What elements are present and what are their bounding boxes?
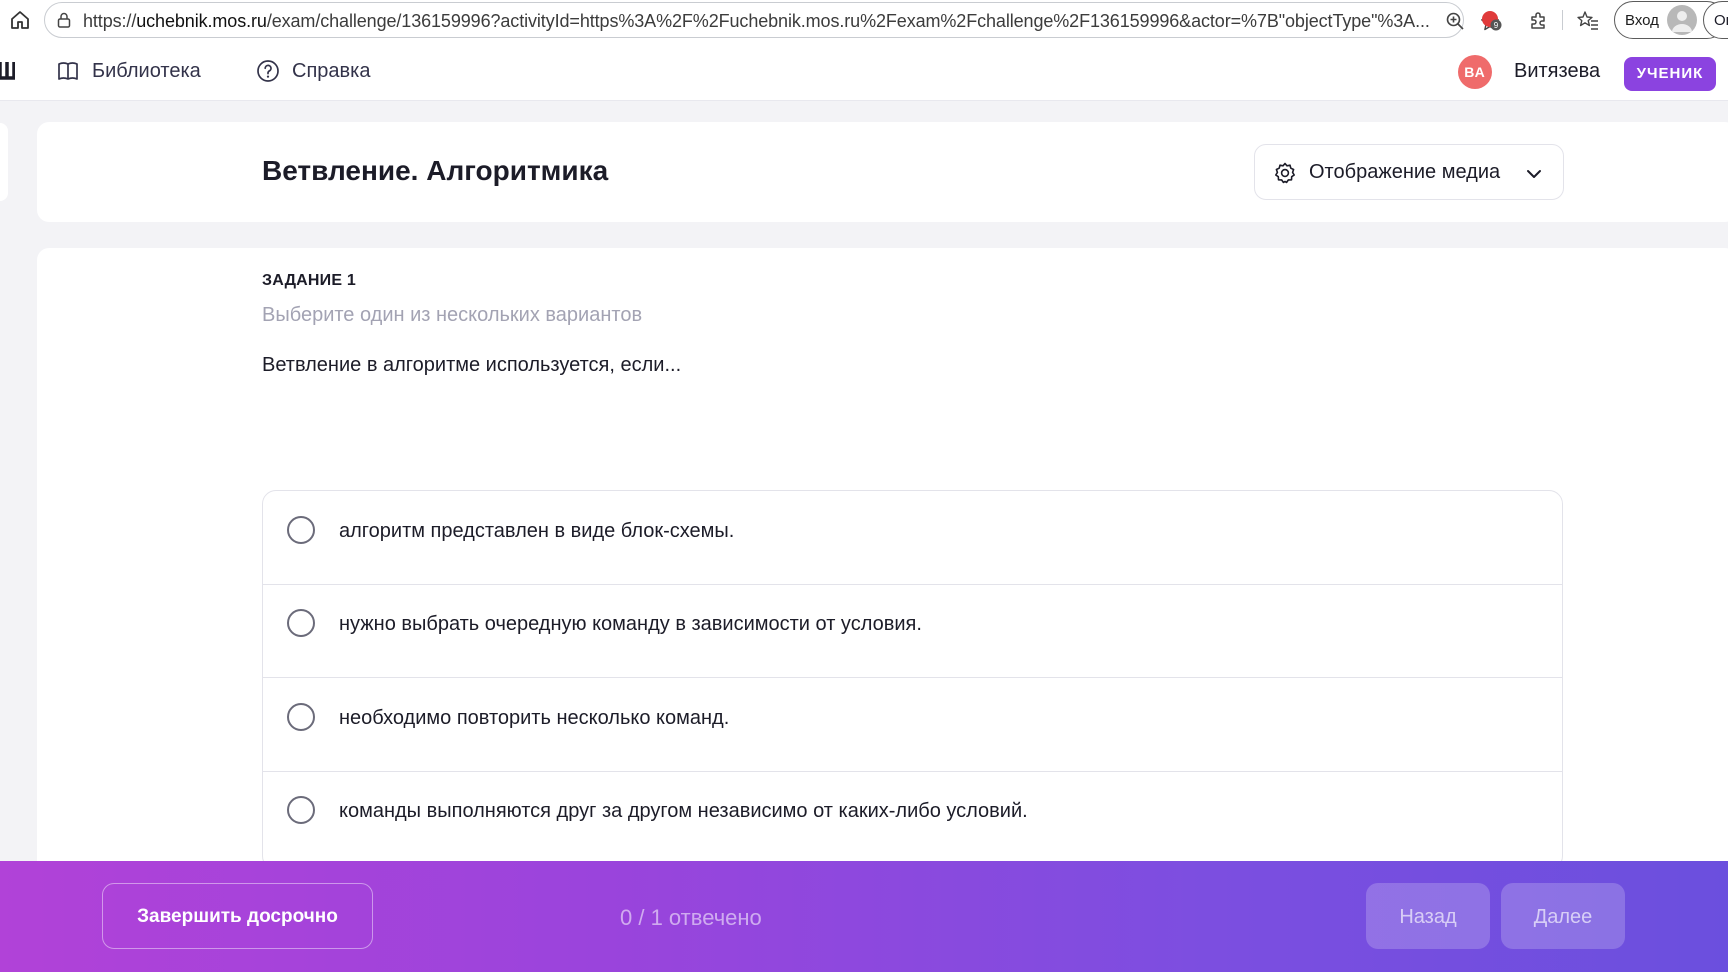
nav-library[interactable]: Библиотека [56, 55, 201, 87]
browser-overflow-label: Ог [1714, 12, 1728, 29]
task-question: Ветвление в алгоритме используется, если… [262, 354, 682, 376]
answer-option-text: необходимо повторить несколько команд. [339, 707, 730, 729]
zoom-icon[interactable] [1445, 11, 1465, 31]
answer-option-text: алгоритм представлен в виде блок-схемы. [339, 520, 735, 542]
radio-button[interactable] [287, 609, 315, 637]
answer-option[interactable]: необходимо повторить несколько команд. [263, 678, 1562, 772]
nav-help-label: Справка [292, 59, 371, 82]
task-card: ЗАДАНИЕ 1 Выберите один из нескольких ва… [37, 248, 1728, 948]
user-avatar[interactable]: ВА [1458, 55, 1492, 89]
answer-options: алгоритм представлен в виде блок-схемы. … [262, 490, 1563, 870]
answer-option[interactable]: алгоритм представлен в виде блок-схемы. [263, 491, 1562, 585]
profile-avatar-icon [1667, 5, 1697, 35]
task-instruction: Выберите один из нескольких вариантов [262, 304, 643, 326]
lock-icon[interactable] [55, 11, 73, 29]
site-header: Библиотека Справка ВА Витязева УЧЕНИК [0, 41, 1728, 101]
favorites-icon[interactable] [1576, 9, 1600, 31]
user-name[interactable]: Витязева [1514, 60, 1600, 83]
bottom-action-bar: Завершить досрочно 0 / 1 отвечено Назад … [0, 861, 1728, 972]
media-display-label: Отображение медиа [1309, 161, 1501, 183]
home-icon[interactable] [8, 8, 32, 32]
radio-button[interactable] [287, 516, 315, 544]
browser-toolbar: https://uchebnik.mos.ru/exam/challenge/1… [0, 0, 1728, 41]
back-button[interactable]: Назад [1366, 883, 1490, 949]
nav-help[interactable]: Справка [256, 55, 370, 87]
help-circle-icon [257, 60, 279, 82]
address-bar[interactable]: https://uchebnik.mos.ru/exam/challenge/1… [44, 2, 1499, 38]
answered-progress: 0 / 1 отвечено [620, 905, 762, 930]
task-number: ЗАДАНИЕ 1 [262, 272, 356, 289]
book-icon [58, 62, 78, 80]
toolbar-divider [1562, 10, 1563, 30]
answer-option-text: команды выполняются друг за другом незав… [339, 800, 1028, 822]
side-panel-edge [0, 123, 8, 201]
radio-button[interactable] [287, 796, 315, 824]
nav-library-label: Библиотека [92, 59, 201, 82]
login-label: Вход [1625, 12, 1659, 29]
url-text[interactable]: https://uchebnik.mos.ru/exam/challenge/1… [83, 11, 1433, 32]
role-badge: УЧЕНИК [1624, 57, 1716, 91]
answer-option[interactable]: команды выполняются друг за другом незав… [263, 771, 1562, 864]
logo-icon[interactable] [0, 60, 15, 80]
answer-option[interactable]: нужно выбрать очередную команду в зависи… [263, 584, 1562, 678]
puzzle-icon[interactable] [1528, 9, 1550, 31]
next-button[interactable]: Далее [1501, 883, 1625, 949]
chevron-down-icon [1527, 170, 1541, 178]
finish-early-button[interactable]: Завершить досрочно [102, 883, 373, 949]
gear-icon [1275, 162, 1295, 184]
page-title: Ветвление. Алгоритмика [262, 155, 609, 186]
extension-icon[interactable]: 9 [1480, 9, 1502, 31]
media-display-dropdown[interactable]: Отображение медиа [1254, 144, 1564, 200]
extension-badge-count: 9 [1494, 21, 1499, 30]
title-card: Ветвление. Алгоритмика Отображение медиа [37, 122, 1728, 222]
answer-option-text: нужно выбрать очередную команду в зависи… [339, 613, 922, 635]
radio-button[interactable] [287, 703, 315, 731]
